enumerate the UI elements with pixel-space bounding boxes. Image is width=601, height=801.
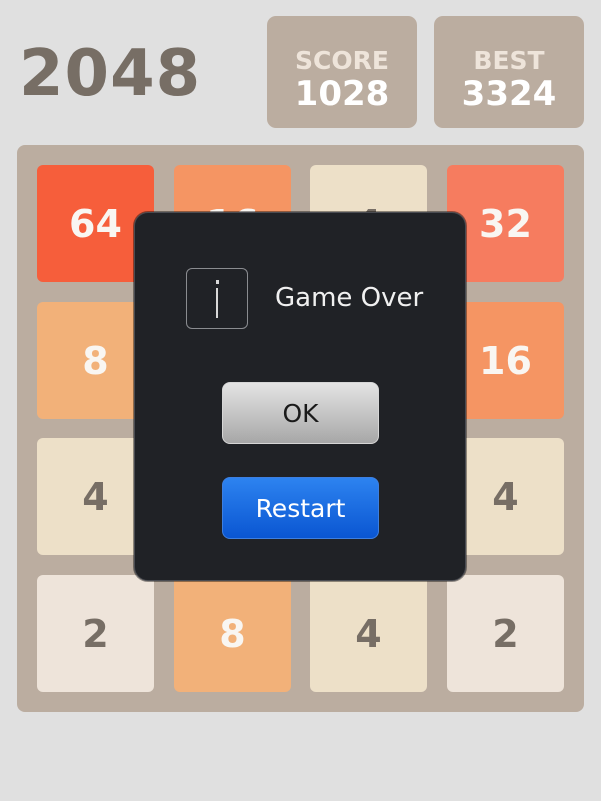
game-over-dialog: Game Over OK Restart xyxy=(134,212,466,581)
best-score-box: BEST 3324 xyxy=(434,16,584,128)
info-icon xyxy=(186,268,248,329)
tile: 8 xyxy=(174,575,291,692)
score-value: 1028 xyxy=(294,74,390,114)
ok-button[interactable]: OK xyxy=(222,382,379,444)
tile: 2 xyxy=(37,575,154,692)
best-score-value: 3324 xyxy=(461,74,557,114)
restart-button[interactable]: Restart xyxy=(222,477,379,539)
dialog-message: Game Over xyxy=(275,283,424,313)
tile: 4 xyxy=(310,575,427,692)
score-box: SCORE 1028 xyxy=(267,16,417,128)
tile: 2 xyxy=(447,575,564,692)
game-title: 2048 xyxy=(19,37,202,111)
